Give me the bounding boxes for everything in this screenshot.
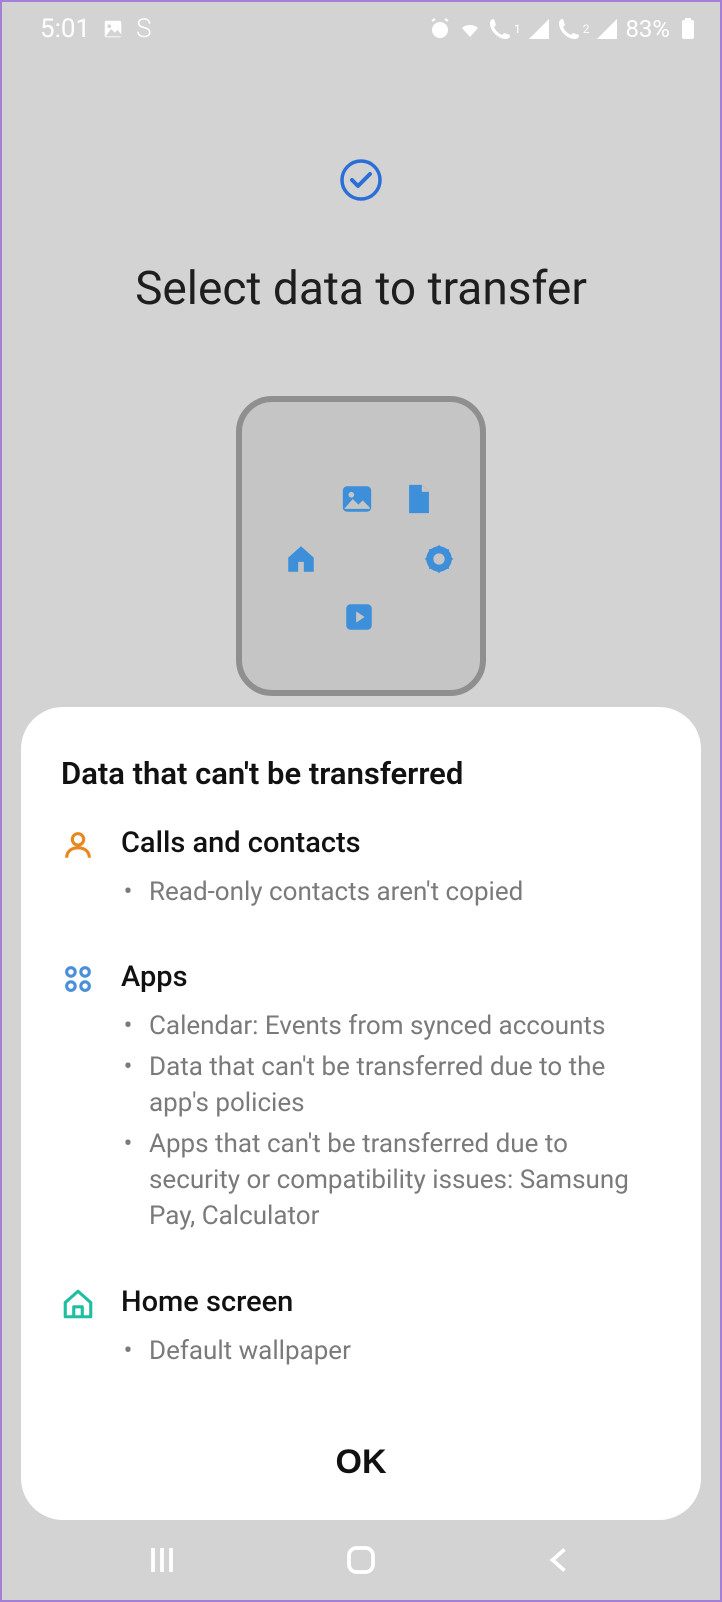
bullet-item: • Data that can't be transferred due to … bbox=[121, 1049, 661, 1122]
image-status-icon bbox=[102, 18, 124, 40]
info-card: Data that can't be transferred Calls and… bbox=[21, 707, 701, 1520]
main-header: Select data to transfer bbox=[2, 158, 720, 316]
file-icon bbox=[402, 482, 436, 516]
bullet-text: Read-only contacts aren't copied bbox=[149, 874, 523, 910]
sim1-label: 1 bbox=[514, 22, 521, 36]
apps-icon bbox=[61, 962, 95, 996]
bullet-dot: • bbox=[121, 1008, 135, 1044]
status-time: 5:01 bbox=[40, 14, 90, 44]
signal1-icon bbox=[527, 17, 551, 41]
call-sim1-icon bbox=[488, 17, 512, 41]
bullet-dot: • bbox=[121, 1049, 135, 1122]
alarm-icon bbox=[428, 17, 452, 41]
bullet-text: Apps that can't be transferred due to se… bbox=[149, 1126, 661, 1235]
bullet-text: Calendar: Events from synced accounts bbox=[149, 1008, 605, 1044]
bullet-dot: • bbox=[121, 874, 135, 910]
battery-percent: 83% bbox=[625, 15, 670, 43]
section-apps: Apps • Calendar: Events from synced acco… bbox=[61, 960, 661, 1238]
photo-icon bbox=[340, 482, 374, 516]
bullet-item: • Read-only contacts aren't copied bbox=[121, 874, 661, 910]
call-sim2-icon bbox=[557, 17, 581, 41]
section-title: Calls and contacts bbox=[121, 826, 661, 860]
bullet-item: • Apps that can't be transferred due to … bbox=[121, 1126, 661, 1235]
card-title: Data that can't be transferred bbox=[61, 755, 661, 792]
home-section-icon bbox=[61, 1287, 95, 1321]
settings-icon bbox=[422, 542, 456, 576]
contacts-icon bbox=[61, 828, 95, 862]
home-button[interactable] bbox=[343, 1542, 379, 1578]
check-circle-icon bbox=[339, 158, 383, 202]
ok-button[interactable]: OK bbox=[61, 1419, 661, 1496]
signal2-icon bbox=[595, 17, 619, 41]
sim2-label: 2 bbox=[583, 22, 590, 36]
page-title: Select data to transfer bbox=[2, 262, 720, 316]
bullet-item: • Calendar: Events from synced accounts bbox=[121, 1008, 661, 1044]
bullet-text: Data that can't be transferred due to th… bbox=[149, 1049, 661, 1122]
section-title: Home screen bbox=[121, 1285, 661, 1319]
phone-illustration bbox=[236, 396, 486, 696]
wifi-icon bbox=[458, 17, 482, 41]
recent-apps-button[interactable] bbox=[144, 1542, 180, 1578]
status-bar: 5:01 S 1 2 83% bbox=[2, 2, 720, 48]
s-indicator: S bbox=[136, 14, 151, 44]
home-icon bbox=[284, 542, 318, 576]
section-title: Apps bbox=[121, 960, 661, 994]
bullet-item: • Default wallpaper bbox=[121, 1333, 661, 1369]
section-calls-contacts: Calls and contacts • Read-only contacts … bbox=[61, 826, 661, 914]
section-home-screen: Home screen • Default wallpaper bbox=[61, 1285, 661, 1373]
navigation-bar bbox=[2, 1520, 720, 1600]
back-button[interactable] bbox=[542, 1542, 578, 1578]
video-icon bbox=[342, 600, 376, 634]
bullet-dot: • bbox=[121, 1333, 135, 1369]
battery-icon bbox=[676, 17, 700, 41]
bullet-dot: • bbox=[121, 1126, 135, 1235]
bullet-text: Default wallpaper bbox=[149, 1333, 351, 1369]
